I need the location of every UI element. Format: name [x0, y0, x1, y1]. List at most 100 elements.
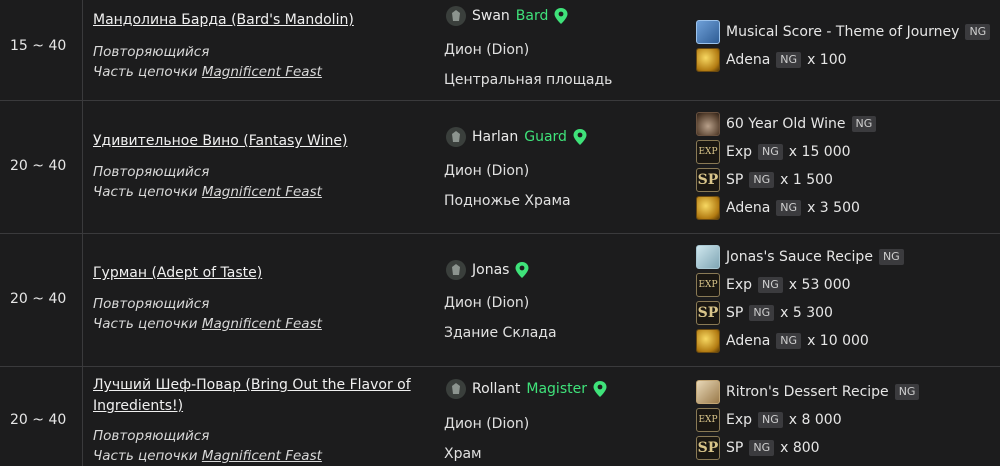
chain-prefix: Часть цепочки	[93, 316, 202, 332]
npc-cell: Swan Bard Дион (Dion) Центральная площад…	[434, 0, 684, 100]
sauce-recipe-icon	[696, 245, 720, 269]
level-range: 20 ~ 40	[10, 291, 67, 307]
repeatable-label: Повторяющийся	[93, 428, 210, 444]
npc-cell: Jonas Дион (Dion) Здание Склада	[434, 234, 684, 366]
chain-link[interactable]: Magnificent Feast	[202, 316, 322, 332]
ng-badge: NG	[894, 384, 920, 400]
ng-badge: NG	[758, 277, 783, 293]
reward-item: EXP Exp NG x 53 000	[696, 273, 851, 297]
dessert-recipe-icon	[696, 380, 720, 404]
chain-label: Часть цепочки Magnificent Feast	[93, 448, 322, 464]
sp-icon: SP	[696, 301, 720, 325]
npc-cell: Harlan Guard Дион (Dion) Подножье Храма	[434, 101, 684, 233]
npc-location: Храм	[444, 446, 482, 462]
table-row: 15 ~ 40 Мандолина Барда (Bard's Mandolin…	[0, 0, 1000, 101]
reward-quantity: x 53 000	[788, 277, 851, 293]
ng-badge: NG	[776, 52, 802, 68]
sp-icon: SP	[696, 436, 720, 460]
quest-name-link[interactable]: Лучший Шеф-Повар (Bring Out the Flavor o…	[93, 375, 423, 417]
npc-role: Magister	[526, 381, 587, 397]
table-row: 20 ~ 40 Удивительное Вино (Fantasy Wine)…	[0, 101, 1000, 234]
npc-line: Rollant Magister	[446, 379, 607, 399]
chain-prefix: Часть цепочки	[93, 64, 202, 80]
exp-icon: EXP	[696, 140, 720, 164]
rewards-cell: Jonas's Sauce Recipe NG EXP Exp NG x 53 …	[686, 234, 1000, 366]
reward-item: SP SP NG x 800	[696, 436, 820, 460]
quest-name-link[interactable]: Удивительное Вино (Fantasy Wine)	[93, 133, 347, 149]
reward-item: Adena NG x 100	[696, 48, 847, 72]
npc-portrait-icon	[446, 379, 466, 399]
quest-name-link[interactable]: Мандолина Барда (Bard's Mandolin)	[93, 12, 354, 28]
reward-item: EXP Exp NG x 15 000	[696, 140, 851, 164]
reward-quantity: x 8 000	[788, 412, 842, 428]
npc-name-link[interactable]: Rollant	[472, 381, 520, 397]
ng-badge: NG	[851, 116, 877, 132]
map-pin-icon[interactable]	[573, 129, 587, 145]
level-range: 15 ~ 40	[10, 38, 67, 54]
npc-name-link[interactable]: Swan	[472, 8, 510, 24]
reward-item: Musical Score - Theme of Journey NG	[696, 20, 991, 44]
exp-icon: EXP	[696, 273, 720, 297]
reward-name-link[interactable]: 60 Year Old Wine	[726, 116, 846, 132]
npc-line: Jonas	[446, 260, 529, 280]
rewards-cell: 60 Year Old Wine NG EXP Exp NG x 15 000 …	[686, 101, 1000, 233]
reward-name-link[interactable]: Jonas's Sauce Recipe	[726, 249, 873, 265]
npc-portrait-icon	[446, 260, 466, 280]
reward-quantity: x 100	[807, 52, 847, 68]
ng-badge: NG	[749, 305, 775, 321]
reward-name-link[interactable]: Adena	[726, 200, 770, 216]
reward-item: Adena NG x 10 000	[696, 329, 869, 353]
reward-item: EXP Exp NG x 8 000	[696, 408, 842, 432]
adena-icon	[696, 196, 720, 220]
map-pin-icon[interactable]	[515, 262, 529, 278]
quest-cell: Удивительное Вино (Fantasy Wine) Повторя…	[83, 101, 433, 233]
chain-link[interactable]: Magnificent Feast	[202, 184, 322, 200]
quest-cell: Мандолина Барда (Bard's Mandolin) Повтор…	[83, 0, 433, 100]
npc-portrait-icon	[446, 127, 466, 147]
level-cell: 15 ~ 40	[0, 0, 83, 100]
reward-name: SP	[726, 305, 744, 321]
npc-location: Подножье Храма	[444, 193, 571, 209]
reward-quantity: x 10 000	[807, 333, 869, 349]
reward-quantity: x 800	[780, 440, 820, 456]
musical-score-icon	[696, 20, 720, 44]
chain-link[interactable]: Magnificent Feast	[202, 448, 322, 464]
rewards-cell: Ritron's Dessert Recipe NG EXP Exp NG x …	[686, 367, 1000, 466]
reward-quantity: x 3 500	[807, 200, 860, 216]
repeatable-label: Повторяющийся	[93, 164, 210, 180]
reward-name: SP	[726, 172, 744, 188]
chain-prefix: Часть цепочки	[93, 184, 202, 200]
npc-town: Дион (Dion)	[444, 416, 530, 432]
npc-name-link[interactable]: Jonas	[472, 262, 509, 278]
chain-prefix: Часть цепочки	[93, 448, 202, 464]
wine-icon	[696, 112, 720, 136]
reward-name-link[interactable]: Adena	[726, 52, 770, 68]
npc-location: Здание Склада	[444, 325, 557, 341]
adena-icon	[696, 329, 720, 353]
table-row: 20 ~ 40 Гурман (Adept of Taste) Повторяю…	[0, 234, 1000, 367]
reward-name: Exp	[726, 412, 753, 428]
quest-name-link[interactable]: Гурман (Adept of Taste)	[93, 265, 262, 281]
reward-item: Adena NG x 3 500	[696, 196, 860, 220]
ng-badge: NG	[776, 333, 802, 349]
reward-item: SP SP NG x 5 300	[696, 301, 833, 325]
reward-name-link[interactable]: Musical Score - Theme of Journey	[726, 24, 959, 40]
npc-town: Дион (Dion)	[444, 295, 530, 311]
level-range: 20 ~ 40	[10, 158, 67, 174]
npc-name-link[interactable]: Harlan	[472, 129, 518, 145]
map-pin-icon[interactable]	[554, 8, 568, 24]
npc-role: Bard	[515, 8, 549, 24]
level-cell: 20 ~ 40	[0, 367, 83, 466]
chain-label: Часть цепочки Magnificent Feast	[93, 64, 322, 80]
ng-badge: NG	[749, 172, 775, 188]
reward-name-link[interactable]: Ritron's Dessert Recipe	[726, 384, 889, 400]
npc-line: Swan Bard	[446, 6, 568, 26]
reward-name-link[interactable]: Adena	[726, 333, 770, 349]
map-pin-icon[interactable]	[593, 381, 607, 397]
npc-line: Harlan Guard	[446, 127, 587, 147]
chain-label: Часть цепочки Magnificent Feast	[93, 316, 322, 332]
chain-link[interactable]: Magnificent Feast	[202, 64, 322, 80]
npc-portrait-icon	[446, 6, 466, 26]
ng-badge: NG	[758, 144, 783, 160]
ng-badge: NG	[965, 24, 991, 40]
